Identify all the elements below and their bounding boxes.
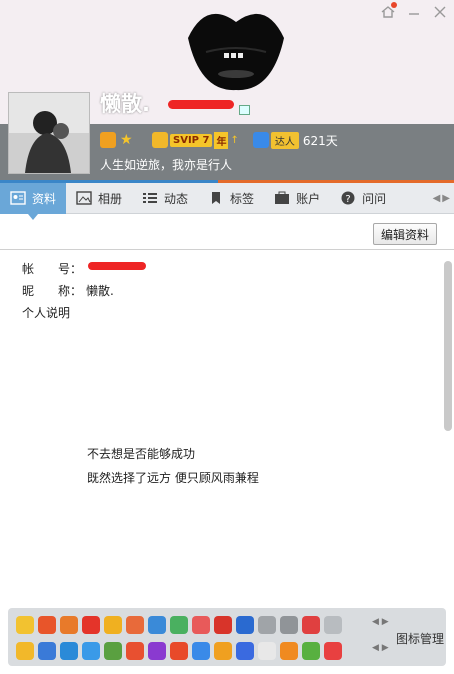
list-icon [143, 193, 158, 203]
redacted-account-number [88, 262, 146, 270]
tab-account-label: 账户 [296, 191, 321, 206]
service-badge-icon[interactable] [38, 642, 56, 660]
account-key: 帐 号： [22, 262, 83, 276]
nickname-title: 懒散. [100, 92, 150, 116]
level-crown-icon[interactable] [100, 132, 116, 148]
signature-text: 人生如逆旅，我亦是行人 [100, 158, 233, 172]
profile-card-icon [10, 191, 26, 205]
service-badge-icon[interactable] [170, 642, 188, 660]
lips-cover-image [188, 13, 284, 91]
question-icon: ? [341, 191, 355, 205]
tab-ask[interactable]: ? 问问 [330, 183, 396, 214]
icon-row [16, 642, 342, 662]
service-badge-icon[interactable] [214, 642, 232, 660]
star-icon[interactable]: ★ [120, 132, 136, 148]
close-icon[interactable] [432, 4, 448, 20]
year-label: 年 [214, 131, 229, 149]
tab-album[interactable]: 相册 [66, 183, 132, 214]
daren-label: 达人 [270, 131, 299, 149]
service-badge-icon[interactable] [104, 616, 122, 634]
service-badge-icon[interactable] [192, 616, 210, 634]
service-badge-icon[interactable] [280, 616, 298, 634]
nickname-key: 昵 称： [22, 284, 83, 298]
penguin-icon [152, 132, 168, 148]
nickname-value: 懒散. [86, 284, 114, 298]
service-badge-icon[interactable] [60, 642, 78, 660]
tab-ask-label: 问问 [362, 191, 387, 206]
service-badge-icon[interactable] [236, 616, 254, 634]
description-line: 既然选择了远方 便只顾风雨兼程 [87, 471, 259, 485]
chevron-left-icon[interactable]: ◀ [433, 193, 441, 204]
service-badge-icon[interactable] [324, 616, 342, 634]
icon-row-arrows[interactable]: ◀ ▶ [372, 617, 389, 627]
home-icon[interactable] [380, 2, 397, 20]
service-badge-icon[interactable] [258, 642, 276, 660]
tab-bar: 资料 相册 动态 标签 账户 ? 问问 ◀ ▶ [0, 182, 454, 220]
service-badge-icon[interactable] [258, 616, 276, 634]
svip-label: SVIP 7 [170, 133, 213, 147]
edit-profile-button[interactable]: 编辑资料 [373, 223, 437, 245]
service-badge-icon[interactable] [148, 642, 166, 660]
service-badge-icon[interactable] [38, 616, 56, 634]
minimize-icon[interactable] [406, 4, 422, 20]
tab-scroll-arrows[interactable]: ◀ ▶ [433, 193, 454, 204]
service-badge-icon[interactable] [214, 616, 232, 634]
service-badge-icon[interactable] [148, 616, 166, 634]
redacted-account-mark [168, 100, 234, 109]
service-badge-icon[interactable] [192, 642, 210, 660]
notification-dot [391, 2, 397, 8]
tab-profile[interactable]: 资料 [0, 182, 67, 220]
svg-text:?: ? [345, 194, 350, 205]
window-controls [380, 2, 448, 20]
bookmark-icon [212, 192, 221, 204]
service-badge-icon[interactable] [302, 616, 320, 634]
icon-row [16, 616, 342, 636]
chevron-right-icon[interactable]: ▶ [442, 193, 450, 204]
tab-account[interactable]: 账户 [264, 183, 330, 214]
service-badge-icon[interactable] [82, 616, 100, 634]
tab-album-label: 相册 [98, 191, 123, 206]
photo-album-icon [76, 191, 92, 205]
tab-profile-label: 资料 [32, 191, 57, 206]
personal-description: 不去想是否能够成功 既然选择了远方 便只顾风雨兼程 [87, 442, 259, 490]
service-badge-icon[interactable] [236, 642, 254, 660]
service-badge-icon[interactable] [16, 642, 34, 660]
service-badge-icon[interactable] [104, 642, 122, 660]
service-badge-icon[interactable] [60, 616, 78, 634]
wallet-icon [275, 191, 290, 204]
tab-feed[interactable]: 动态 [132, 183, 198, 214]
tab-tags[interactable]: 标签 [198, 183, 264, 214]
tab-feed-label: 动态 [164, 191, 189, 206]
icon-manage-button[interactable]: 图标管理 [396, 630, 444, 647]
divider [0, 249, 454, 250]
daren-badge[interactable]: 达人 621天 [252, 131, 338, 149]
service-badge-icon[interactable] [82, 642, 100, 660]
service-badge-icon[interactable] [280, 642, 298, 660]
service-badge-icon[interactable] [16, 616, 34, 634]
scroll-thumb[interactable] [444, 261, 452, 431]
service-badge-icon[interactable] [126, 642, 144, 660]
scrollbar[interactable] [444, 261, 452, 601]
svip-badge[interactable]: SVIP 7 年 ↑ [152, 131, 239, 149]
active-days: 621天 [302, 133, 338, 148]
avatar-image [9, 93, 89, 173]
description-key: 个人说明 [22, 306, 71, 320]
description-line: 不去想是否能够成功 [87, 447, 196, 461]
up-arrow-icon: ↑ [230, 134, 239, 146]
service-badge-icon[interactable] [170, 616, 188, 634]
tab-tags-label: 标签 [230, 191, 255, 206]
edit-icon[interactable] [239, 105, 250, 115]
badge-row: ★ SVIP 7 年 ↑ 达人 621天 [100, 131, 338, 149]
service-badge-icon[interactable] [324, 642, 342, 660]
icon-panel: ◀ ▶ ◀ ▶ 图标管理 [8, 608, 446, 666]
service-badge-icon[interactable] [302, 642, 320, 660]
service-badge-icon[interactable] [126, 616, 144, 634]
daren-icon [252, 132, 269, 148]
avatar[interactable] [8, 92, 90, 174]
icon-row-arrows[interactable]: ◀ ▶ [372, 643, 389, 653]
